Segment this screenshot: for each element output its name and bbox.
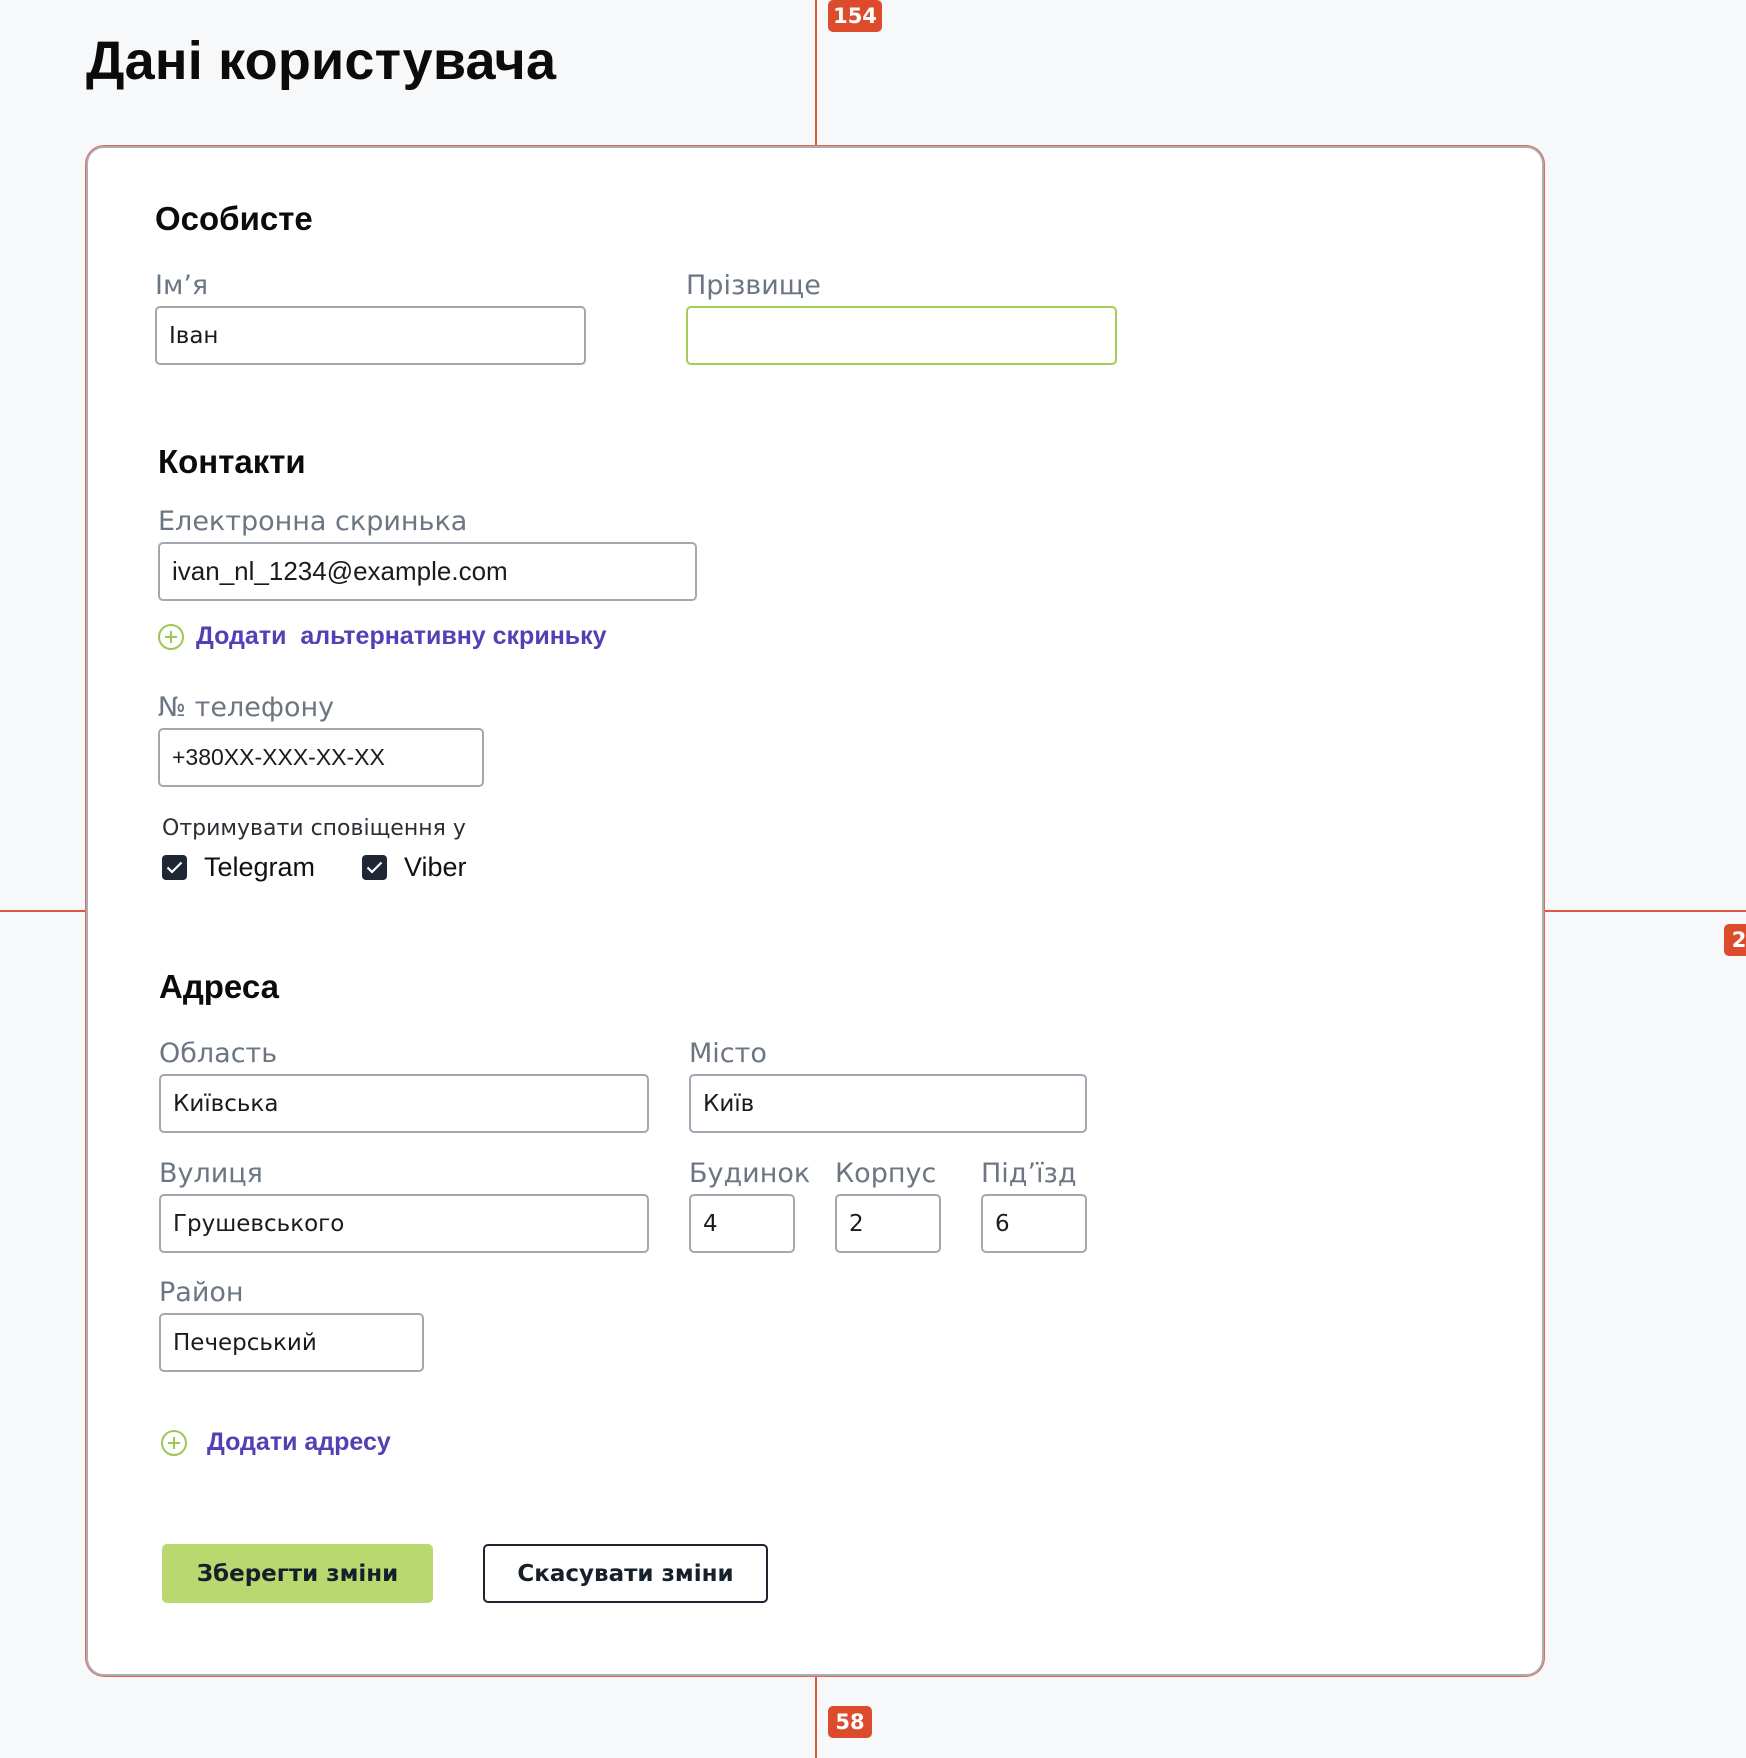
plus-circle-icon xyxy=(158,623,184,650)
last-name-input[interactable] xyxy=(686,306,1117,365)
city-label: Місто xyxy=(689,1038,767,1069)
first-name-label: Ім’я xyxy=(155,270,209,301)
guide-tag-bottom: 58 xyxy=(828,1706,872,1738)
checkbox-checked-icon xyxy=(162,855,187,880)
viber-label: Viber xyxy=(404,852,467,882)
add-alternative-email-link[interactable]: Додати альтернативну скриньку xyxy=(158,622,607,651)
section-title-address: Адреса xyxy=(159,968,279,1005)
region-label: Область xyxy=(159,1038,278,1069)
district-label: Район xyxy=(159,1277,244,1308)
add-alternative-email-label: Додати альтернативну скриньку xyxy=(196,622,607,650)
user-form-card: Особисте Ім’я Прізвище Контакти Електрон… xyxy=(86,146,1544,1676)
guide-tag-top: 154 xyxy=(828,0,882,32)
region-input[interactable] xyxy=(159,1074,649,1133)
viber-checkbox[interactable]: Viber xyxy=(362,852,467,883)
add-address-label: Додати адресу xyxy=(207,1428,391,1456)
guide-line-top xyxy=(815,0,817,146)
add-address-link[interactable]: Додати адресу xyxy=(161,1428,391,1457)
building-label: Корпус xyxy=(835,1158,937,1189)
house-input[interactable] xyxy=(689,1194,795,1253)
checkbox-checked-icon xyxy=(362,855,387,880)
telegram-label: Telegram xyxy=(204,852,316,882)
building-input[interactable] xyxy=(835,1194,941,1253)
save-changes-button[interactable]: Зберегти зміни xyxy=(162,1544,433,1603)
telegram-checkbox[interactable]: Telegram xyxy=(162,852,315,883)
street-label: Вулиця xyxy=(159,1158,263,1189)
guide-line-bottom xyxy=(815,1676,817,1758)
last-name-label: Прізвище xyxy=(686,270,821,301)
entrance-label: Під’їзд xyxy=(981,1158,1077,1189)
notifications-label: Отримувати сповіщення у xyxy=(162,816,466,841)
section-title-contacts: Контакти xyxy=(158,443,306,480)
guide-line-right xyxy=(1544,910,1746,912)
first-name-input[interactable] xyxy=(155,306,586,365)
guide-tag-right: 2 xyxy=(1724,924,1746,956)
house-label: Будинок xyxy=(689,1158,811,1189)
email-label: Електронна скринька xyxy=(158,506,468,537)
guide-line-left xyxy=(0,910,86,912)
section-title-personal: Особисте xyxy=(155,200,313,237)
page-title: Дані користувача xyxy=(86,31,557,91)
email-input[interactable] xyxy=(158,542,697,601)
street-input[interactable] xyxy=(159,1194,649,1253)
phone-input[interactable] xyxy=(158,728,484,787)
phone-label: № телефону xyxy=(158,692,335,723)
city-input[interactable] xyxy=(689,1074,1087,1133)
entrance-input[interactable] xyxy=(981,1194,1087,1253)
cancel-changes-button[interactable]: Скасувати зміни xyxy=(483,1544,768,1603)
plus-circle-icon xyxy=(161,1429,187,1456)
district-input[interactable] xyxy=(159,1313,424,1372)
